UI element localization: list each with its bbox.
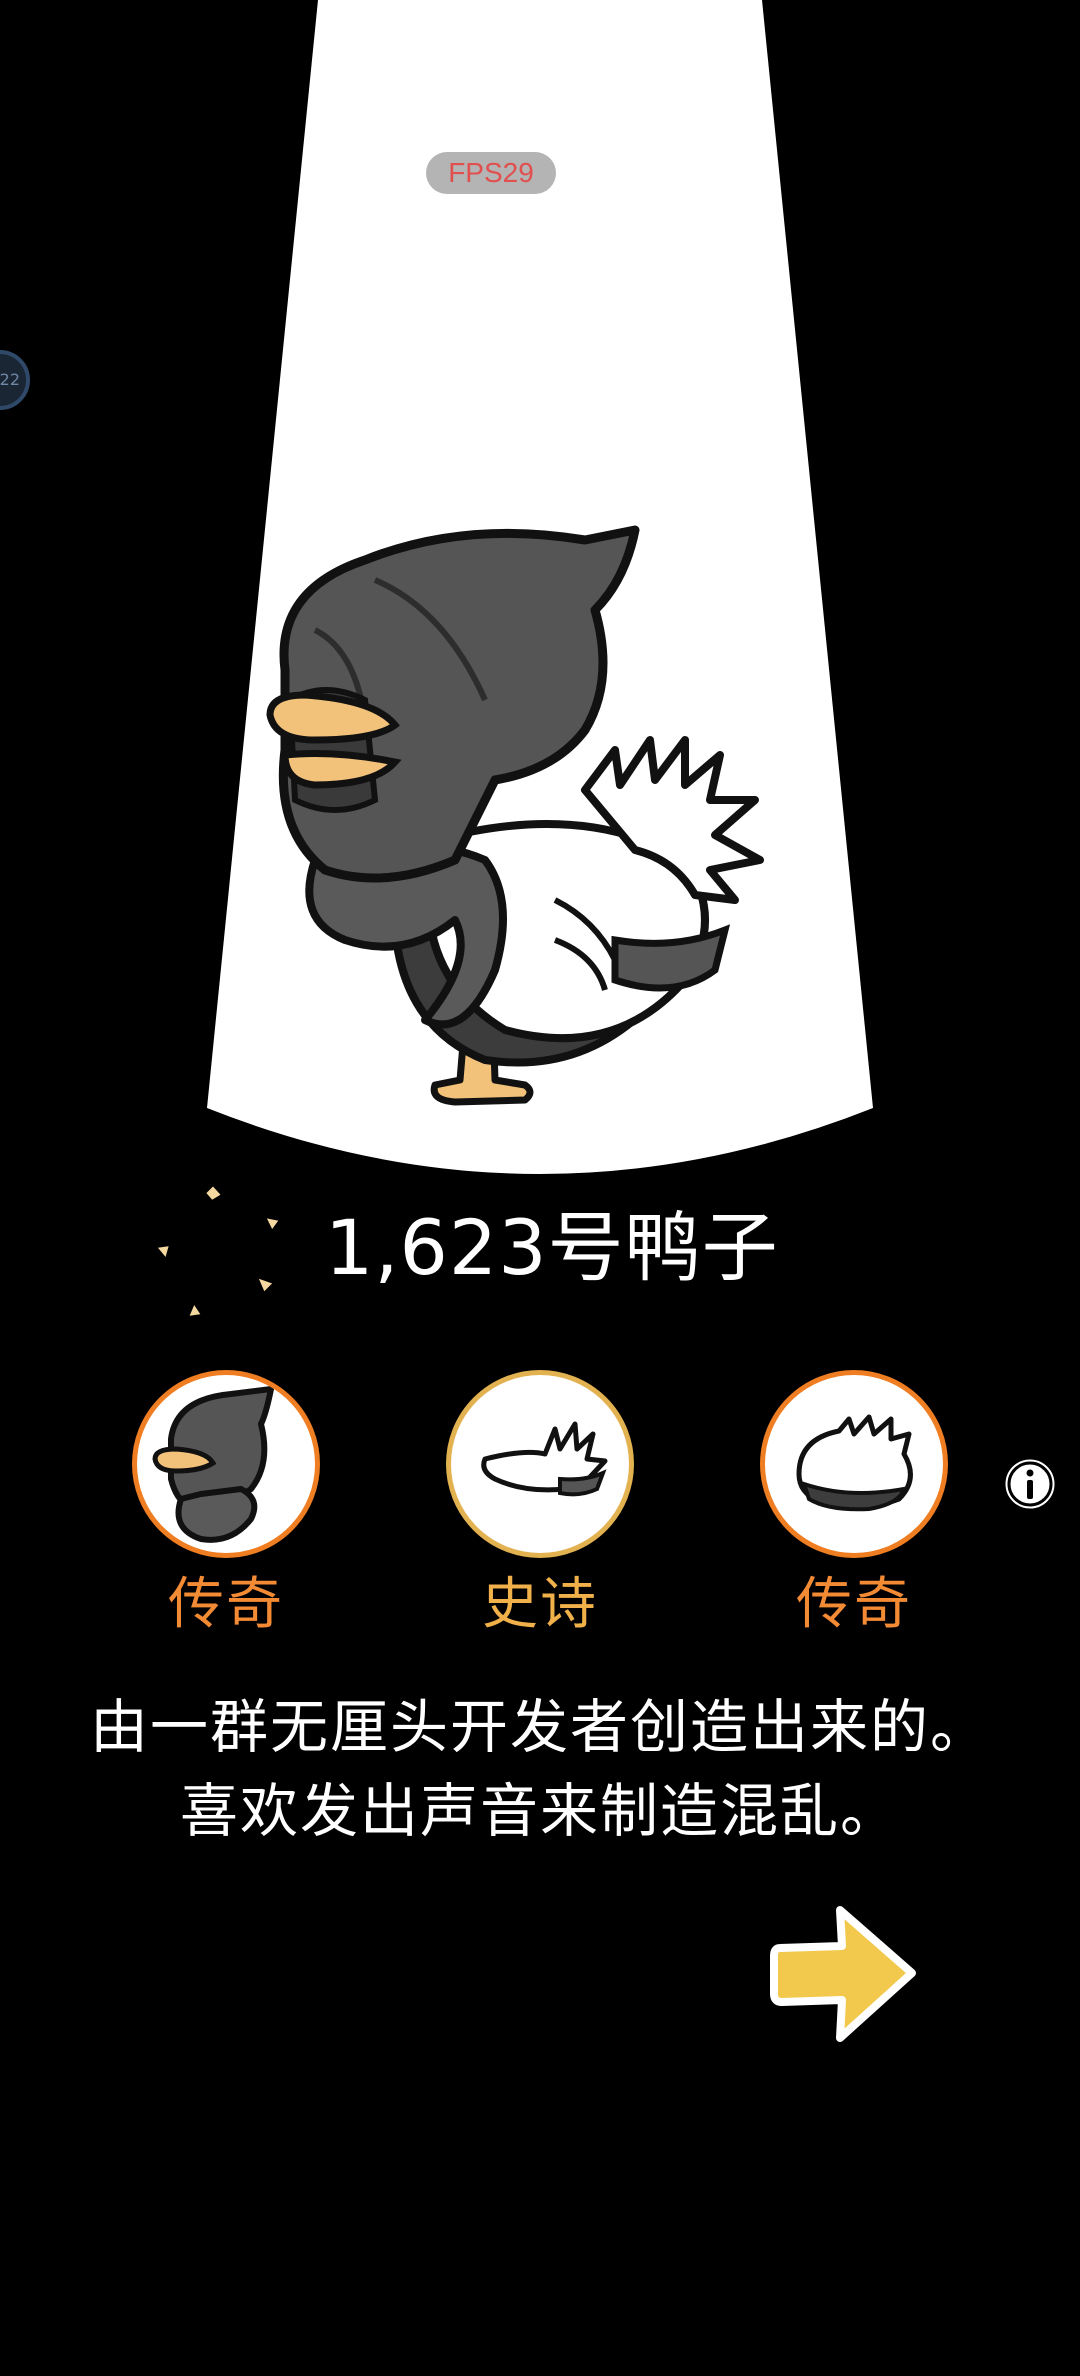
- hood-scarf-icon: [152, 1385, 275, 1543]
- trait-tail-rarity: 传奇: [796, 1572, 912, 1637]
- duck-description: 由一群无厘头开发者创造出来的。 喜欢发出声音来制造混乱。: [89, 1693, 990, 1845]
- trait-hood-frame[interactable]: [132, 1370, 320, 1558]
- duck-title: 1,623号鸭子: [325, 1203, 779, 1292]
- trait-wing-frame[interactable]: [446, 1370, 634, 1558]
- arrow-right-icon[interactable]: [770, 1898, 920, 2048]
- trait-hood[interactable]: 传奇: [128, 1370, 324, 1638]
- duck-reveal-screen: FPS29 22 1,623号鸭子 传奇 史诗 传奇 由一群无厘头开发者创造出来…: [0, 0, 1080, 2376]
- duck-illustration: [266, 525, 764, 1106]
- trait-tail-frame[interactable]: [760, 1370, 948, 1558]
- sparkle-burst-icon: [154, 1185, 282, 1319]
- trait-tail[interactable]: 传奇: [756, 1370, 952, 1638]
- trait-wing[interactable]: 史诗: [442, 1370, 638, 1638]
- wing-icon: [481, 1421, 608, 1497]
- trait-wing-rarity: 史诗: [482, 1572, 598, 1637]
- info-icon[interactable]: [1001, 1455, 1059, 1513]
- tail-icon: [796, 1414, 913, 1512]
- fps-counter: FPS29: [426, 152, 556, 194]
- trait-hood-rarity: 传奇: [168, 1572, 284, 1637]
